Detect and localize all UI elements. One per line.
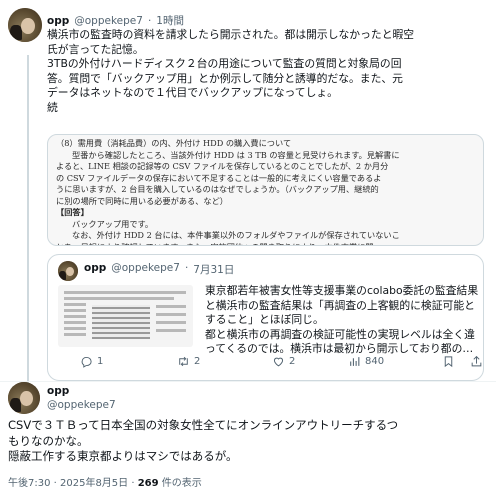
reply-author-handle[interactable]: @oppekepe7 [47, 398, 116, 412]
post-text-line: 続 [47, 100, 58, 114]
retweet-button[interactable]: 2 [177, 355, 200, 368]
quote-author-name: opp [84, 262, 107, 274]
reply-views-label: 件の表示 [158, 478, 202, 489]
author-name[interactable]: opp [47, 15, 69, 27]
quote-separator: · [184, 262, 189, 274]
document-line: 【回答】 [56, 207, 89, 217]
quote-text-line: 東京都若年被害女性等支援事業のcolabo委託の監査結果 [205, 284, 479, 297]
quote-text-line: と横浜市の監査結果は「再調査の上客観的に検証可能と [205, 298, 475, 312]
quote-header: opp @oppekepe7 · 7月31日 [84, 262, 234, 277]
avatar[interactable] [8, 8, 42, 42]
heart-icon [273, 357, 284, 367]
post-text-line: データはネットなので１代目でバックアップになってしょ。 [47, 86, 338, 100]
bookmark-button[interactable] [442, 355, 455, 368]
document-text: （8）需用費（消耗品費）の内、外付け HDD の購入費について 型番から確認したと… [56, 138, 476, 246]
action-bar: 1 2 2 840 [80, 355, 485, 375]
thread-line [27, 55, 29, 383]
document-line: よると、LINE 相談の記録等の CSV ファイルを保存しているとのことでしたが… [56, 161, 389, 171]
quote-text: 東京都若年被害女性等支援事業のcolabo委託の監査結果 と横浜市の監査結果は「… [205, 284, 480, 357]
retweet-count: 2 [194, 356, 201, 367]
reply-text-line: CSVで３ＴＢって日本全国の対象女性全てにオンラインアウトリーチするつ [8, 418, 399, 432]
author-handle[interactable]: @oppekepe7 [74, 15, 143, 27]
attached-document-image[interactable]: （8）需用費（消耗品費）の内、外付け HDD の購入費について 型番から確認したと… [47, 134, 484, 246]
divider [0, 381, 496, 382]
quote-thumbnail [58, 285, 193, 347]
document-line: バックアップ用です。 [72, 218, 154, 229]
quote-text-line: 都と横浜市の再調査の検証可能性の実現レベルは全く違 [205, 327, 475, 341]
reply-meta: 午後7:30 · 2025年8月5日 · 269 件の表示 [8, 474, 202, 489]
document-line: なお、外付け HDD 2 台には、本件事業以外のフォルダやファイルが保存されてい… [72, 230, 400, 240]
reply-timestamp[interactable]: 午後7:30 · 2025年8月5日 · [8, 478, 138, 489]
quote-author-handle: @oppekepe7 [111, 262, 180, 274]
reply-icon [81, 356, 92, 368]
document-line: 型番から確認したところ、当該外付け HDD は 3 TB の容量と見受けられます… [72, 149, 400, 160]
header-separator: · [147, 15, 152, 27]
post-text-line: 氏が言ってた記憶。 [47, 42, 144, 56]
reply-header: opp @oppekepe7 [47, 384, 116, 412]
post-text-line: 答。質問で「バックアップ用」とか例示して随分と誘導的だな。また、元 [47, 71, 403, 85]
quote-date: 7月31日 [193, 264, 235, 276]
reply-text-line: もりなのかな。 [8, 433, 89, 448]
reply-text-line: 隠蔽工作する東京都よりはマシではあるが。 [8, 449, 238, 463]
post-text-line: 3TBの外付けハードディスク２台の用途について監査の質問と対象局の回 [47, 57, 402, 71]
reply-text: CSVで３ＴＢって日本全国の対象女性全てにオンラインアウトリーチするつ もりなの… [8, 418, 488, 465]
reply-button[interactable]: 1 [80, 355, 103, 368]
views-count: 840 [365, 356, 385, 367]
quote-text-line: すること」とほぼ同じ。 [205, 313, 324, 327]
reply-avatar[interactable] [8, 382, 40, 414]
reply-author-name[interactable]: opp [47, 384, 116, 398]
post-time[interactable]: 1時間 [156, 13, 184, 28]
retweet-icon [179, 356, 188, 367]
post-text-line: 横浜市の監査時の資料を請求したら開示された。都は開示しなかったと暇空 [47, 28, 415, 41]
share-icon [471, 355, 482, 367]
bookmark-icon [444, 356, 453, 368]
like-button[interactable]: 2 [272, 355, 295, 368]
tweet-post: opp @oppekepe7 · 1時間 横浜市の監査時の資料を請求したら開示さ… [0, 0, 496, 383]
document-line: うに思いますが、2 台目を購入しているのはなぜでしょうか。（バックアップ用、継続… [56, 184, 379, 194]
views-button[interactable]: 840 [348, 355, 384, 368]
document-line: に別の場所で同時に用いる必要がある、など） [56, 195, 228, 206]
document-line: （8）需用費（消耗品費）の内、外付け HDD の購入費について [56, 138, 292, 148]
post-text: 横浜市の監査時の資料を請求したら開示された。都は開示しなかったと暇空 氏が言って… [47, 28, 487, 116]
quote-avatar [58, 261, 78, 281]
document-line: の CSV ファイルデータの保存において不足することは一般的に考えにくい容量であ… [56, 172, 382, 183]
reply-count: 1 [97, 356, 104, 367]
views-chart-icon [350, 357, 360, 366]
document-line: とを、目視により確認しています。また、実施団体への聞き取りにより、本件事業に関 [56, 242, 476, 246]
like-count: 2 [289, 356, 296, 367]
reply-views-count: 269 [137, 478, 159, 489]
post-header: opp @oppekepe7 · 1時間 [47, 13, 184, 28]
share-button[interactable] [470, 355, 483, 368]
